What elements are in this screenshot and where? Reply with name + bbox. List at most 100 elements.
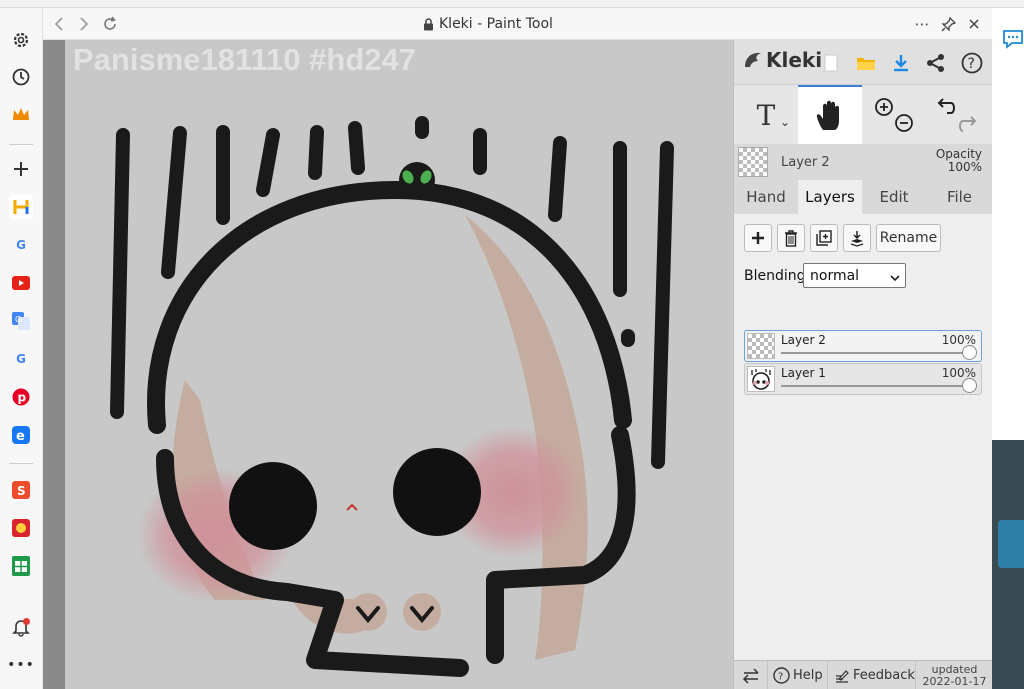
google-icon[interactable]: G [9,233,33,257]
game-app-icon[interactable] [9,516,33,540]
svg-text:?: ? [968,56,975,72]
back-chevron-icon[interactable] [49,14,69,34]
undo-redo-icon [937,98,977,132]
duplicate-layer-button[interactable] [810,224,838,252]
download-icon[interactable] [889,51,913,75]
window-titlebar: Kleki - Paint Tool ⋯ [43,8,992,40]
window-title-text: Kleki - Paint Tool [439,16,553,32]
opacity-value: 100% [947,160,982,174]
zoom-buttons[interactable] [862,85,926,145]
tab-layers[interactable]: Layers [798,180,862,214]
pin-icon[interactable] [938,14,958,34]
add-layer-button[interactable] [744,224,772,252]
history-clock-icon[interactable] [9,65,33,89]
current-layer-name: Layer 2 [781,155,830,170]
chevron-down-icon [890,267,900,286]
swap-arrows-icon [742,667,759,684]
panel-bottom-bar: ? Help Feedback updated 2022-01-17 [734,660,993,689]
hand-tool-button[interactable] [798,85,862,145]
layer-opacity-slider-handle[interactable] [962,345,977,360]
more-menu-icon[interactable]: ⋯ [912,14,932,34]
window-title: Kleki - Paint Tool [423,16,553,32]
zoom-in-out-icon [875,98,913,132]
reload-icon[interactable] [100,14,120,34]
feedback-pencil-icon [836,669,849,683]
duplicate-icon [816,230,832,246]
layer-opacity-track [781,352,971,354]
share-icon[interactable] [924,51,948,75]
tab-edit[interactable]: Edit [862,180,926,214]
feedback-button[interactable]: Feedback [828,661,916,689]
blending-label: Blending [744,268,806,284]
layers-tab-body: Rename Blending normal Layer 2 100% Laye [734,214,993,660]
more-dots-icon[interactable]: ••• [7,653,34,677]
add-plus-icon[interactable] [9,157,33,181]
close-icon[interactable] [964,14,984,34]
drawing-canvas[interactable]: Panisme181110 #hd247 [65,40,733,689]
canvas-area[interactable]: Panisme181110 #hd247 [43,40,733,689]
swap-sides-button[interactable] [734,661,768,689]
kleki-bird-icon [745,52,761,67]
sheets-app-icon[interactable] [9,554,33,578]
feedback-label: Feedback [853,668,915,683]
sidebar-divider-2 [9,463,33,464]
pinterest-icon[interactable]: p [9,385,33,409]
kleki-popup-window: Kleki - Paint Tool ⋯ Panisme181110 #hd24… [43,8,993,689]
youtube-icon[interactable] [9,271,33,295]
undo-redo-buttons[interactable] [926,85,990,145]
sidebar-divider [9,144,33,145]
notification-bell-icon[interactable] [9,615,33,639]
character-drawing [110,116,674,677]
help-label: Help [793,668,823,683]
layer-item-layer-2[interactable]: Layer 2 100% [744,330,982,362]
tool-row: T ⌄ [734,84,993,145]
help-question-icon[interactable]: ? [960,51,984,75]
kleki-logo: Kleki [742,48,822,72]
help-circle-icon: ? [773,667,790,684]
crown-icon[interactable] [9,103,33,127]
shopee-icon[interactable]: S [9,478,33,502]
open-folder-icon[interactable] [854,51,878,75]
background-page-button [998,520,1024,568]
svg-text:p: p [18,391,27,405]
updated-date: 2022-01-17 [922,674,987,688]
help-button[interactable]: ? Help [768,661,828,689]
blending-select[interactable]: normal [803,263,906,288]
updated-info: updated 2022-01-17 [916,661,993,689]
trash-icon [785,229,797,247]
opacity-readout: Opacity 100% [936,148,982,174]
layer-item-layer-1[interactable]: Layer 1 100% [744,363,982,395]
svg-text:?: ? [778,672,783,683]
new-file-icon[interactable] [819,51,843,75]
layer-name: Layer 1 [781,366,826,380]
forward-chevron-icon[interactable] [74,14,94,34]
background-page-dark-region [992,440,1024,689]
layer-opacity-slider-handle[interactable] [962,378,977,393]
tab-file[interactable]: File [926,180,993,214]
google-icon-2[interactable]: G [9,347,33,371]
h-app-icon[interactable] [9,195,33,219]
current-layer-thumbnail [738,147,768,177]
merge-layer-button[interactable] [843,224,871,252]
hand-icon [816,100,839,130]
plus-icon [752,232,764,244]
panel-header: Kleki ? [734,40,993,84]
chat-bubble-icon[interactable] [1002,28,1024,50]
delete-layer-button[interactable] [777,224,805,252]
browser-sidebar: G G G p e S ••• [0,8,43,689]
translate-icon[interactable]: G [9,309,33,333]
merge-down-icon [850,230,864,247]
kleki-side-panel: Kleki ? T ⌄ Layer 2 Opacity 100% Hand La… [733,40,993,689]
tab-hand[interactable]: Hand [734,180,798,214]
text-tool-icon: T [756,98,776,132]
text-tool-button[interactable]: T ⌄ [734,85,798,145]
browser-top-strip [0,0,1024,8]
layer-thumbnail [747,333,775,359]
layer-opacity-track [781,385,971,387]
blending-value: normal [810,267,860,284]
svg-text:G: G [15,315,21,324]
settings-gear-icon[interactable] [9,28,33,52]
messenger-icon[interactable]: e [9,423,33,447]
layer-name: Layer 2 [781,333,826,347]
rename-layer-button[interactable]: Rename [876,224,941,252]
